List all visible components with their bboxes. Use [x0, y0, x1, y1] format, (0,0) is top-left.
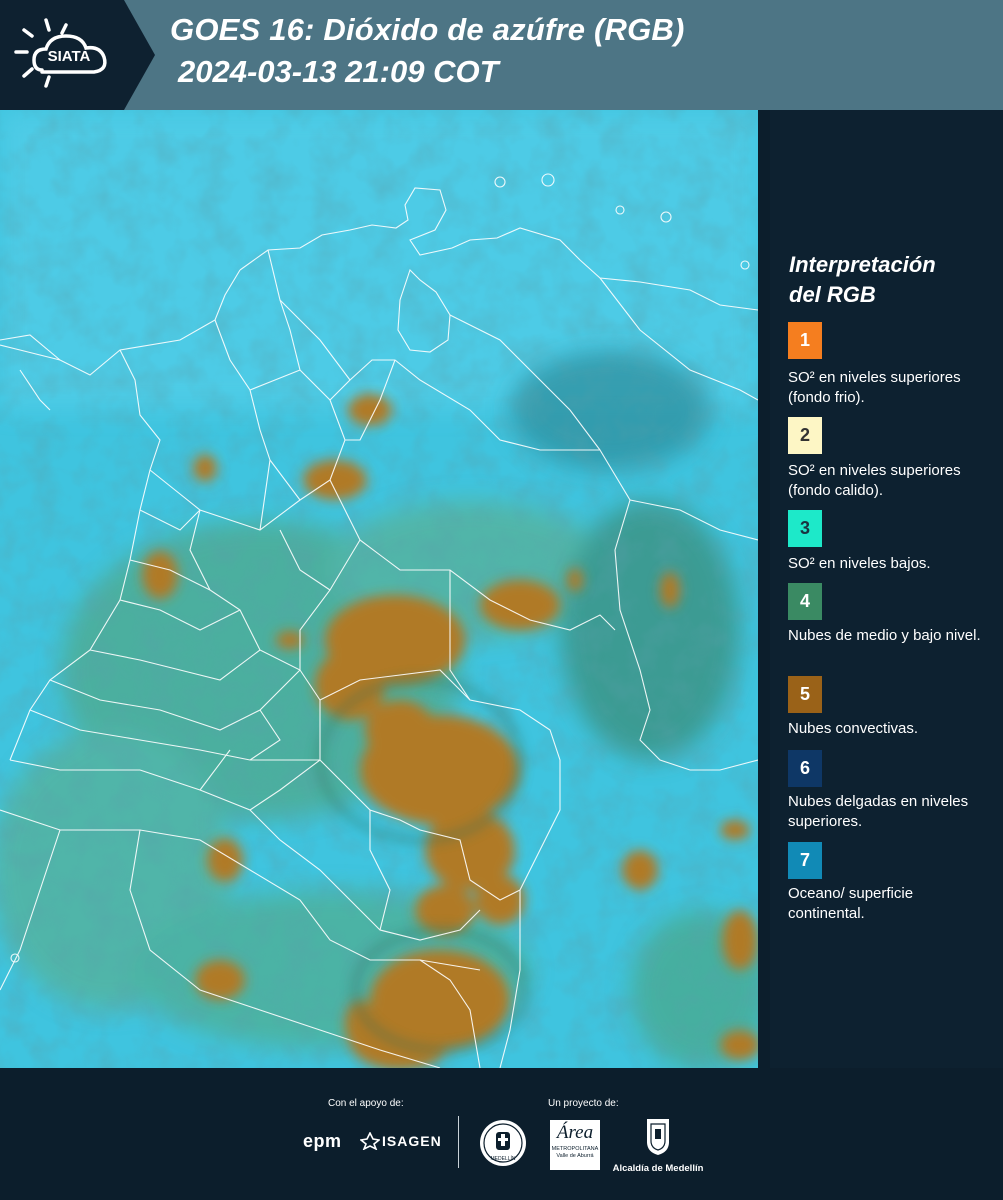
area-logo-sub1: METROPOLITANA	[551, 1146, 599, 1152]
alcaldia-logo[interactable]: Alcaldía de Medellín	[612, 1116, 704, 1174]
seal-icon: MEDELLÍN	[480, 1120, 526, 1166]
siata-logo: SIATA	[14, 18, 107, 88]
support-label: Con el apoyo de:	[328, 1098, 404, 1109]
legend-label-4: Nubes de medio y bajo nivel.	[788, 627, 981, 644]
isagen-icon	[360, 1132, 380, 1150]
area-logo-title: Área	[556, 1122, 594, 1143]
legend-label-6: Nubes delgadas en niveles superiores.	[788, 793, 969, 830]
footer-divider	[458, 1116, 459, 1168]
legend-label-7: Oceano/ superficie continental.	[788, 885, 914, 922]
legend-label-2: SO² en niveles superiores (fondo calido)…	[788, 462, 961, 499]
legend-swatch-2: 2	[788, 417, 822, 454]
area-metropolitana-logo[interactable]: Área METROPOLITANA Valle de Aburrá	[550, 1120, 600, 1170]
svg-text:MEDELLÍN: MEDELLÍN	[490, 1155, 515, 1162]
rgb-satellite-image	[0, 110, 758, 1068]
legend-label-3: SO² en niveles bajos.	[788, 555, 931, 572]
legend-swatch-7: 7	[788, 842, 822, 879]
satellite-map[interactable]	[0, 110, 758, 1068]
isagen-label: ISAGEN	[382, 1133, 442, 1149]
medellin-seal[interactable]: MEDELLÍN	[478, 1118, 528, 1173]
siata-logo-block[interactable]: SIATA	[0, 0, 155, 110]
timestamp: 2024-03-13 21:09 COT	[178, 54, 499, 89]
legend-title-line2: del RGB	[789, 282, 876, 307]
project-label: Un proyecto de:	[548, 1098, 619, 1109]
legend-title-line1: Interpretación	[789, 252, 936, 277]
legend-swatch-1: 1	[788, 322, 822, 359]
legend-swatch-5: 5	[788, 676, 822, 713]
alcaldia-shield-icon	[647, 1119, 669, 1155]
legend-swatch-6: 6	[788, 750, 822, 787]
isagen-logo[interactable]: ISAGEN	[360, 1132, 442, 1150]
legend-label-5: Nubes convectivas.	[788, 720, 919, 737]
legend-swatch-4: 4	[788, 583, 822, 620]
epm-logo[interactable]: epm	[303, 1131, 342, 1152]
area-logo-sub2: Valle de Aburrá	[556, 1153, 594, 1159]
alcaldia-label: Alcaldía de Medellín	[612, 1163, 704, 1174]
legend-title: Interpretación del RGB	[789, 250, 999, 310]
page-title: GOES 16: Dióxido de azúfre (RGB)	[170, 12, 685, 47]
siata-logo-text: SIATA	[48, 48, 91, 65]
legend-panel: Interpretación del RGB 1 SO² en niveles …	[770, 110, 1003, 1068]
footer: Con el apoyo de: Un proyecto de: epm ISA…	[0, 1068, 1003, 1200]
legend-label-1: SO² en niveles superiores (fondo frio).	[788, 369, 961, 406]
legend-swatch-3: 3	[788, 510, 822, 547]
header: SIATA GOES 16: Dióxido de azúfre (RGB) 2…	[0, 0, 1003, 110]
